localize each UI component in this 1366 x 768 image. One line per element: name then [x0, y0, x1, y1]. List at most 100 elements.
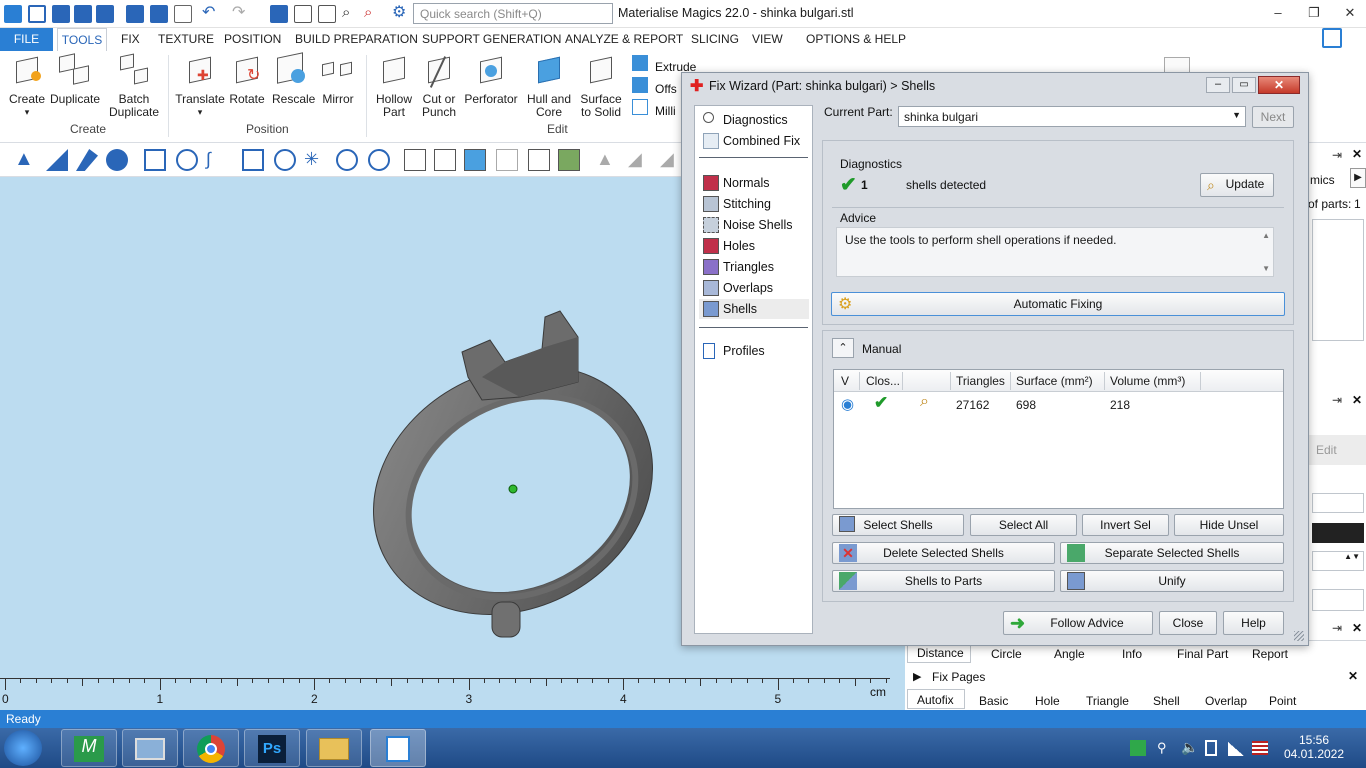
menu-view[interactable]: VIEW — [752, 32, 783, 46]
save-icon[interactable] — [74, 5, 92, 23]
pin-icon[interactable]: ⇥ — [1332, 621, 1342, 635]
color-swatch[interactable] — [1312, 523, 1364, 543]
save-as-icon[interactable] — [96, 5, 114, 23]
tray-device-icon[interactable] — [1205, 740, 1217, 756]
nav-noise-shells[interactable]: Noise Shells — [699, 215, 809, 235]
panel-tab-mics[interactable]: mics — [1310, 173, 1335, 187]
menu-slicing[interactable]: SLICING — [691, 32, 739, 46]
rotate-button[interactable]: ↻ Rotate — [228, 55, 266, 106]
scroll-down-icon[interactable]: ▼ — [1262, 264, 1270, 273]
view-part-3-icon[interactable] — [464, 149, 486, 171]
tab-report[interactable]: Report — [1252, 647, 1288, 661]
tab-circle[interactable]: Circle — [991, 647, 1022, 661]
update-button[interactable]: ⌕ Update — [1200, 173, 1274, 197]
follow-advice-button[interactable]: ➜ Follow Advice — [1003, 611, 1153, 635]
current-part-select[interactable]: shinka bulgari ▼ — [898, 106, 1246, 127]
expand-icon[interactable]: ▶ — [913, 670, 921, 683]
open-file-icon[interactable] — [52, 5, 70, 23]
tray-language-flag-icon[interactable] — [1252, 741, 1268, 755]
select-all-button[interactable]: Select All — [970, 514, 1077, 536]
menu-tools[interactable]: TOOLS — [57, 28, 107, 52]
next-button[interactable]: Next — [1252, 106, 1294, 128]
mark-rectangle-icon[interactable] — [144, 149, 166, 171]
dialog-maximize-button[interactable]: ▭ — [1232, 77, 1256, 93]
taskbar-magics[interactable]: M — [61, 729, 117, 767]
view-part-2-icon[interactable] — [434, 149, 456, 171]
nav-combined-fix[interactable]: Combined Fix — [699, 131, 809, 151]
close-window-button[interactable]: ✕ — [1340, 4, 1360, 22]
menu-position[interactable]: POSITION — [224, 32, 281, 46]
mark-circle-icon[interactable] — [176, 149, 198, 171]
translate-button[interactable]: ✚ Translate ▾ — [175, 55, 225, 119]
undo-icon[interactable]: ↶ — [202, 5, 220, 23]
menu-file[interactable]: FILE — [0, 28, 53, 51]
col-surface[interactable]: Surface (mm²) — [1016, 374, 1093, 388]
col-visible[interactable]: V — [841, 374, 849, 388]
shells-to-parts-button[interactable]: Shells to Parts — [832, 570, 1055, 592]
hollow-part-button[interactable]: Hollow Part — [372, 55, 416, 119]
unload-part-icon[interactable] — [174, 5, 192, 23]
pin-icon[interactable]: ⇥ — [1332, 393, 1342, 407]
col-closed[interactable]: Clos... — [866, 374, 900, 388]
menu-support-generation[interactable]: SUPPORT GENERATION — [422, 32, 561, 46]
start-button[interactable] — [4, 730, 42, 766]
taskbar-explorer[interactable] — [306, 729, 362, 767]
perforator-button[interactable]: Perforator — [463, 55, 519, 106]
import-icon[interactable] — [126, 5, 144, 23]
new-file-icon[interactable] — [28, 5, 46, 23]
nav-shells[interactable]: Shells — [699, 299, 809, 319]
zoom-out-icon[interactable]: ⌕ — [364, 5, 382, 23]
automatic-fixing-button[interactable]: ⚙ Automatic Fixing — [831, 292, 1285, 316]
parts-list[interactable] — [1312, 219, 1364, 341]
view-icon[interactable] — [318, 5, 336, 23]
mark-plane-icon[interactable] — [46, 149, 68, 171]
fix-pages-close-icon[interactable]: ✕ — [1348, 669, 1358, 683]
app-logo-icon[interactable] — [4, 5, 22, 23]
cut-or-punch-button[interactable]: Cut or Punch — [418, 55, 460, 119]
mark-wheel-icon[interactable] — [336, 149, 358, 171]
restore-button[interactable]: ❐ — [1304, 4, 1324, 22]
taskbar-chrome[interactable] — [183, 729, 239, 767]
panel-close-icon[interactable]: ✕ — [1352, 147, 1362, 161]
view-part-icon[interactable] — [404, 149, 426, 171]
arrow-2-icon[interactable]: ◢ — [628, 149, 650, 171]
nav-holes[interactable]: Holes — [699, 236, 809, 256]
mark-radial-icon[interactable] — [368, 149, 390, 171]
scroll-right-icon[interactable]: ▶ — [1350, 168, 1366, 188]
scroll-up-icon[interactable]: ▲ — [1262, 231, 1270, 240]
tab-final-part[interactable]: Final Part — [1177, 647, 1228, 661]
menu-fix[interactable]: FIX — [121, 32, 140, 46]
nav-profiles[interactable]: Profiles — [699, 341, 809, 361]
edit-button[interactable]: Edit — [1308, 435, 1366, 465]
delete-selected-shells-button[interactable]: ✕ Delete Selected Shells — [832, 542, 1055, 564]
dialog-title-bar[interactable]: ✚ Fix Wizard (Part: shinka bulgari) > Sh… — [682, 73, 1308, 99]
quick-search-input[interactable]: Quick search (Shift+Q) — [413, 3, 613, 24]
tab-angle[interactable]: Angle — [1054, 647, 1085, 661]
tray-signal-icon[interactable] — [1228, 742, 1244, 756]
clock[interactable]: 15:56 04.01.2022 — [1282, 733, 1346, 761]
tab-hole[interactable]: Hole — [1035, 694, 1060, 708]
taskbar-magics-active[interactable] — [370, 729, 426, 767]
arrow-3-icon[interactable]: ◢ — [660, 149, 682, 171]
dialog-close-icon[interactable]: ✕ — [1258, 76, 1300, 94]
tray-volume-icon[interactable]: 🔈 — [1181, 739, 1198, 755]
unify-button[interactable]: Unify — [1060, 570, 1284, 592]
spinner-field[interactable]: ▲▼ — [1312, 551, 1364, 571]
separate-selected-shells-button[interactable]: Separate Selected Shells — [1060, 542, 1284, 564]
dialog-minimize-button[interactable]: – — [1206, 77, 1230, 93]
zoom-to-shell-icon[interactable]: ⌕ — [920, 393, 929, 411]
tab-point[interactable]: Point — [1269, 694, 1296, 708]
table-row[interactable]: ◉ ✔ ⌕ 27162 698 218 — [834, 393, 1283, 415]
col-volume[interactable]: Volume (mm³) — [1110, 374, 1185, 388]
magnifier-icon[interactable]: ⌕ — [342, 5, 360, 23]
duplicate-button[interactable]: Duplicate — [50, 53, 100, 106]
mark-sphere-icon[interactable] — [274, 149, 296, 171]
tab-autofix[interactable]: Autofix — [917, 693, 954, 707]
taskbar-viewer[interactable] — [122, 729, 178, 767]
nav-normals[interactable]: Normals — [699, 173, 809, 193]
milling-button[interactable]: Milli — [655, 104, 676, 118]
col-triangles[interactable]: Triangles — [956, 374, 1005, 388]
help-button[interactable]: Help — [1223, 611, 1284, 635]
select-mode-icon[interactable] — [270, 5, 288, 23]
settings-gear-icon[interactable]: ⚙ — [392, 5, 410, 23]
